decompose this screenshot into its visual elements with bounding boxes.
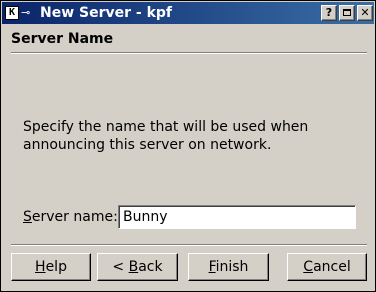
- pin-icon[interactable]: ⊸: [21, 6, 30, 20]
- dialog-window: K ⊸ New Server - kpf ? ✕ Server Name Spe…: [0, 0, 376, 292]
- maximize-icon[interactable]: [339, 5, 355, 21]
- help-icon[interactable]: ?: [321, 5, 337, 21]
- window-menu-icon[interactable]: K ⊸: [5, 5, 33, 21]
- title-bar[interactable]: K ⊸ New Server - kpf ? ✕: [2, 2, 374, 24]
- k-app-icon: K: [5, 6, 19, 20]
- help-button[interactable]: Help: [11, 253, 91, 281]
- page-title: Server Name: [11, 31, 114, 47]
- close-icon[interactable]: ✕: [357, 5, 373, 21]
- footer-divider: [11, 244, 367, 246]
- header-divider: [11, 52, 367, 54]
- cancel-button[interactable]: Cancel: [287, 253, 367, 281]
- server-name-label: Server name:: [23, 209, 118, 225]
- window-title: New Server - kpf: [40, 5, 173, 21]
- page-description: Specify the name that will be used when …: [23, 119, 309, 153]
- back-button[interactable]: < Back: [97, 253, 178, 281]
- finish-button[interactable]: Finish: [188, 253, 269, 281]
- server-name-input[interactable]: [118, 205, 356, 229]
